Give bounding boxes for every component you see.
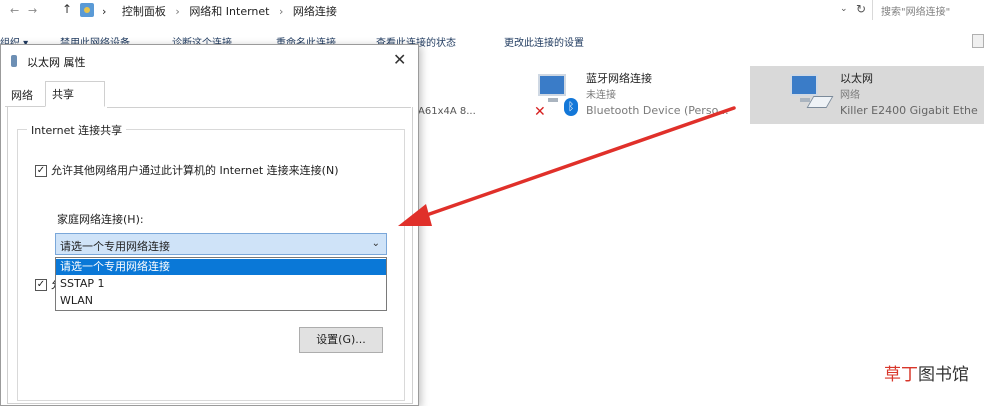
dropdown-option[interactable]: WLAN	[56, 293, 386, 309]
network-adapter-icon	[790, 74, 818, 102]
connection-device: Killer E2400 Gigabit Ethe	[840, 104, 978, 117]
tab-sharing[interactable]: 共享	[45, 81, 105, 107]
home-network-select[interactable]: 请选一个专用网络连接 ⌄	[55, 233, 387, 255]
allow-control-checkbox[interactable]: ✓	[35, 279, 47, 291]
breadcrumb-network-connections[interactable]: 网络连接	[293, 5, 337, 18]
home-network-dropdown-list: 请选一个专用网络连接 SSTAP 1 WLAN	[55, 257, 387, 311]
search-input[interactable]: 搜索"网络连接"	[872, 0, 984, 20]
home-network-select-value: 请选一个专用网络连接	[60, 240, 170, 253]
watermark-part2: 图书馆	[918, 365, 969, 385]
allow-sharing-checkbox[interactable]: ✓	[35, 165, 47, 177]
connection-name: 蓝牙网络连接	[586, 72, 652, 85]
watermark-part1: 草丁	[884, 365, 918, 385]
partial-device-text: A61x4A 8...	[418, 106, 476, 117]
breadcrumb-sep: ›	[175, 5, 180, 18]
address-bar: ← → ↑ › 控制面板 › 网络和 Internet › 网络连接 ⌄ ↻ 搜…	[0, 0, 984, 23]
connection-status: 网络	[840, 90, 860, 101]
bluetooth-icon: ᛒ	[564, 98, 578, 116]
dialog-titlebar[interactable]: 以太网 属性 ✕	[1, 45, 418, 77]
dropdown-option[interactable]: 请选一个专用网络连接	[56, 259, 386, 275]
ics-group-title: Internet 连接共享	[27, 122, 127, 138]
allow-sharing-label[interactable]: 允许其他网络用户通过此计算机的 Internet 连接来连接(N)	[51, 162, 338, 178]
dialog-title: 以太网 属性	[27, 56, 86, 69]
breadcrumb-control-panel[interactable]: 控制面板	[122, 5, 166, 18]
dropdown-option[interactable]: SSTAP 1	[56, 276, 386, 292]
refresh-icon[interactable]: ↻	[856, 2, 866, 16]
watermark: 草丁图书馆	[884, 360, 969, 385]
breadcrumb-network-internet[interactable]: 网络和 Internet	[189, 5, 269, 18]
breadcrumb-sep: ›	[102, 5, 107, 18]
close-icon[interactable]: ✕	[393, 50, 406, 69]
settings-button[interactable]: 设置(G)...	[299, 327, 383, 353]
ethernet-connection-item[interactable]: 以太网 网络 Killer E2400 Gigabit Ethe	[750, 66, 984, 124]
search-placeholder: 搜索"网络连接"	[881, 7, 951, 18]
home-network-label: 家庭网络连接(H):	[57, 213, 144, 226]
breadcrumb: › 控制面板 › 网络和 Internet › 网络连接	[102, 3, 337, 19]
up-icon[interactable]: ↑	[62, 2, 72, 16]
chevron-down-icon[interactable]: ⌄	[372, 238, 380, 249]
connection-name: 以太网	[840, 72, 873, 85]
address-dropdown-icon[interactable]: ⌄	[840, 4, 848, 14]
network-adapter-icon	[538, 74, 566, 102]
back-icon[interactable]: ←	[10, 4, 19, 17]
view-options-icon[interactable]	[972, 34, 984, 48]
forward-icon[interactable]: →	[28, 4, 37, 17]
breadcrumb-sep: ›	[279, 5, 284, 18]
ethernet-properties-dialog: 以太网 属性 ✕ 网络 共享 Internet 连接共享 ✓ 允许其他网络用户通…	[0, 44, 419, 406]
connection-status: 未连接	[586, 90, 616, 101]
change-settings-button[interactable]: 更改此连接的设置	[504, 34, 584, 49]
control-panel-icon	[80, 3, 94, 17]
disconnected-icon: ✕	[534, 104, 546, 120]
connection-device: Bluetooth Device (Perso...	[586, 104, 729, 117]
bluetooth-connection-item[interactable]: ✕ ᛒ 蓝牙网络连接 未连接 Bluetooth Device (Perso..…	[530, 66, 750, 124]
tab-network[interactable]: 网络	[5, 85, 45, 107]
ethernet-icon	[11, 55, 17, 67]
ethernet-cable-icon	[806, 96, 834, 108]
